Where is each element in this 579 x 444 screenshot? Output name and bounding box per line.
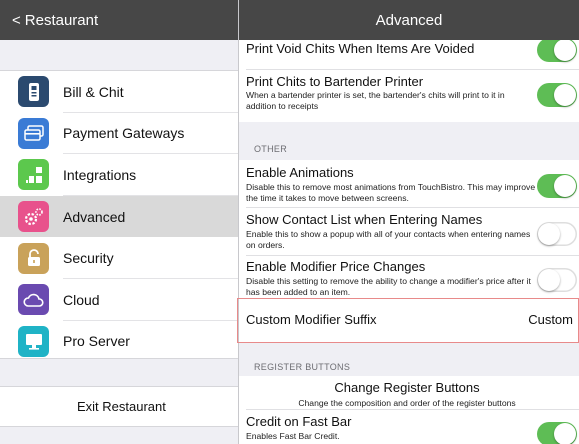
grid-icon [18,159,49,191]
toggle-knob [554,84,576,106]
bartender-printer-toggle[interactable] [537,83,577,107]
back-label: Restaurant [24,11,99,29]
receipt-icon [18,76,49,108]
toggle-knob [554,423,576,444]
modifier-price-toggle[interactable] [537,268,577,292]
toggle-knob [538,223,560,245]
sidebar-item-security[interactable]: Security [0,237,238,279]
sidebar-item-integrations[interactable]: Integrations [0,154,238,196]
contact-list-row: Show Contact List when Entering Names En… [239,208,579,256]
sidebar-item-label: Bill & Chit [63,83,124,100]
fast-bar-credit-row: Credit on Fast Bar Enables Fast Bar Cred… [239,410,579,444]
exit-restaurant-button[interactable]: Exit Restaurant [0,386,238,427]
toggle-knob [538,269,560,291]
sidebar-item-label: Security [63,250,114,267]
change-register-buttons-title: Change Register Buttons [334,380,480,395]
enable-animations-row: Enable Animations Disable this to remove… [239,160,579,208]
change-register-buttons-row[interactable]: Change Register Buttons Change the compo… [239,376,579,410]
gears-icon [18,201,49,233]
modifier-suffix-value[interactable]: Custom [528,312,573,327]
modifier-suffix-row[interactable]: Custom Modifier Suffix Custom [239,299,579,342]
bartender-printer-description: When a bartender printer is set, the bar… [246,90,505,111]
section-header-other: OTHER [254,144,287,154]
advanced-settings-pane: Advanced Print Void Chits When Items Are… [239,0,579,444]
cloud-icon [18,284,49,316]
sidebar-nav-bar: < Restaurant [0,0,238,40]
fast-bar-credit-description: Enables Fast Bar Credit. [246,431,340,441]
void-chits-title: Print Void Chits When Items Are Voided [246,41,475,56]
change-register-buttons-description: Change the composition and order of the … [298,398,516,408]
back-button[interactable]: < Restaurant [12,12,98,29]
exit-restaurant-label: Exit Restaurant [77,399,166,414]
page-title: Advanced [375,11,443,29]
lock-icon [18,242,49,274]
sidebar-item-cloud[interactable]: Cloud [0,279,238,321]
fast-bar-credit-title: Credit on Fast Bar [246,414,352,429]
enable-animations-description: Disable this to remove most animations f… [246,182,536,203]
toggle-knob [554,39,576,61]
void-chits-toggle[interactable] [537,38,577,62]
sidebar-item-bill-chit[interactable]: Bill & Chit [0,71,238,113]
sidebar-item-label: Cloud [63,291,100,308]
modifier-suffix-title: Custom Modifier Suffix [246,312,377,327]
modifier-price-title: Enable Modifier Price Changes [246,259,426,274]
sidebar-item-advanced[interactable]: Advanced [0,195,238,238]
sidebar-item-payment-gateways[interactable]: Payment Gateways [0,113,238,155]
contact-list-description: Enable this to show a popup with all of … [246,229,531,250]
sidebar-item-label: Integrations [63,166,137,183]
modifier-price-row: Enable Modifier Price Changes Disable th… [239,256,579,299]
settings-menu: Bill & Chit Payment Gateways Integration… [0,70,238,359]
bartender-printer-row: Print Chits to Bartender Printer When a … [239,70,579,122]
chevron-left-icon: < [12,11,21,29]
enable-animations-title: Enable Animations [246,165,354,180]
credit-card-icon [18,117,49,149]
bartender-printer-title: Print Chits to Bartender Printer [246,74,424,89]
monitor-icon [18,325,49,357]
section-header-register-buttons: REGISTER BUTTONS [254,362,351,372]
sidebar-item-label: Advanced [63,208,126,225]
detail-nav-bar: Advanced [239,0,579,40]
contact-list-title: Show Contact List when Entering Names [246,212,483,227]
toggle-knob [554,175,576,197]
sidebar-item-label: Pro Server [63,333,130,350]
settings-sidebar: < Restaurant Bill & Chit Payment Gateways… [0,0,238,444]
fast-bar-credit-toggle[interactable] [537,422,577,444]
modifier-price-description: Disable this setting to remove the abili… [246,276,531,297]
sidebar-item-pro-server[interactable]: Pro Server [0,321,238,363]
enable-animations-toggle[interactable] [537,174,577,198]
sidebar-item-label: Payment Gateways [63,125,185,142]
contact-list-toggle[interactable] [537,222,577,246]
